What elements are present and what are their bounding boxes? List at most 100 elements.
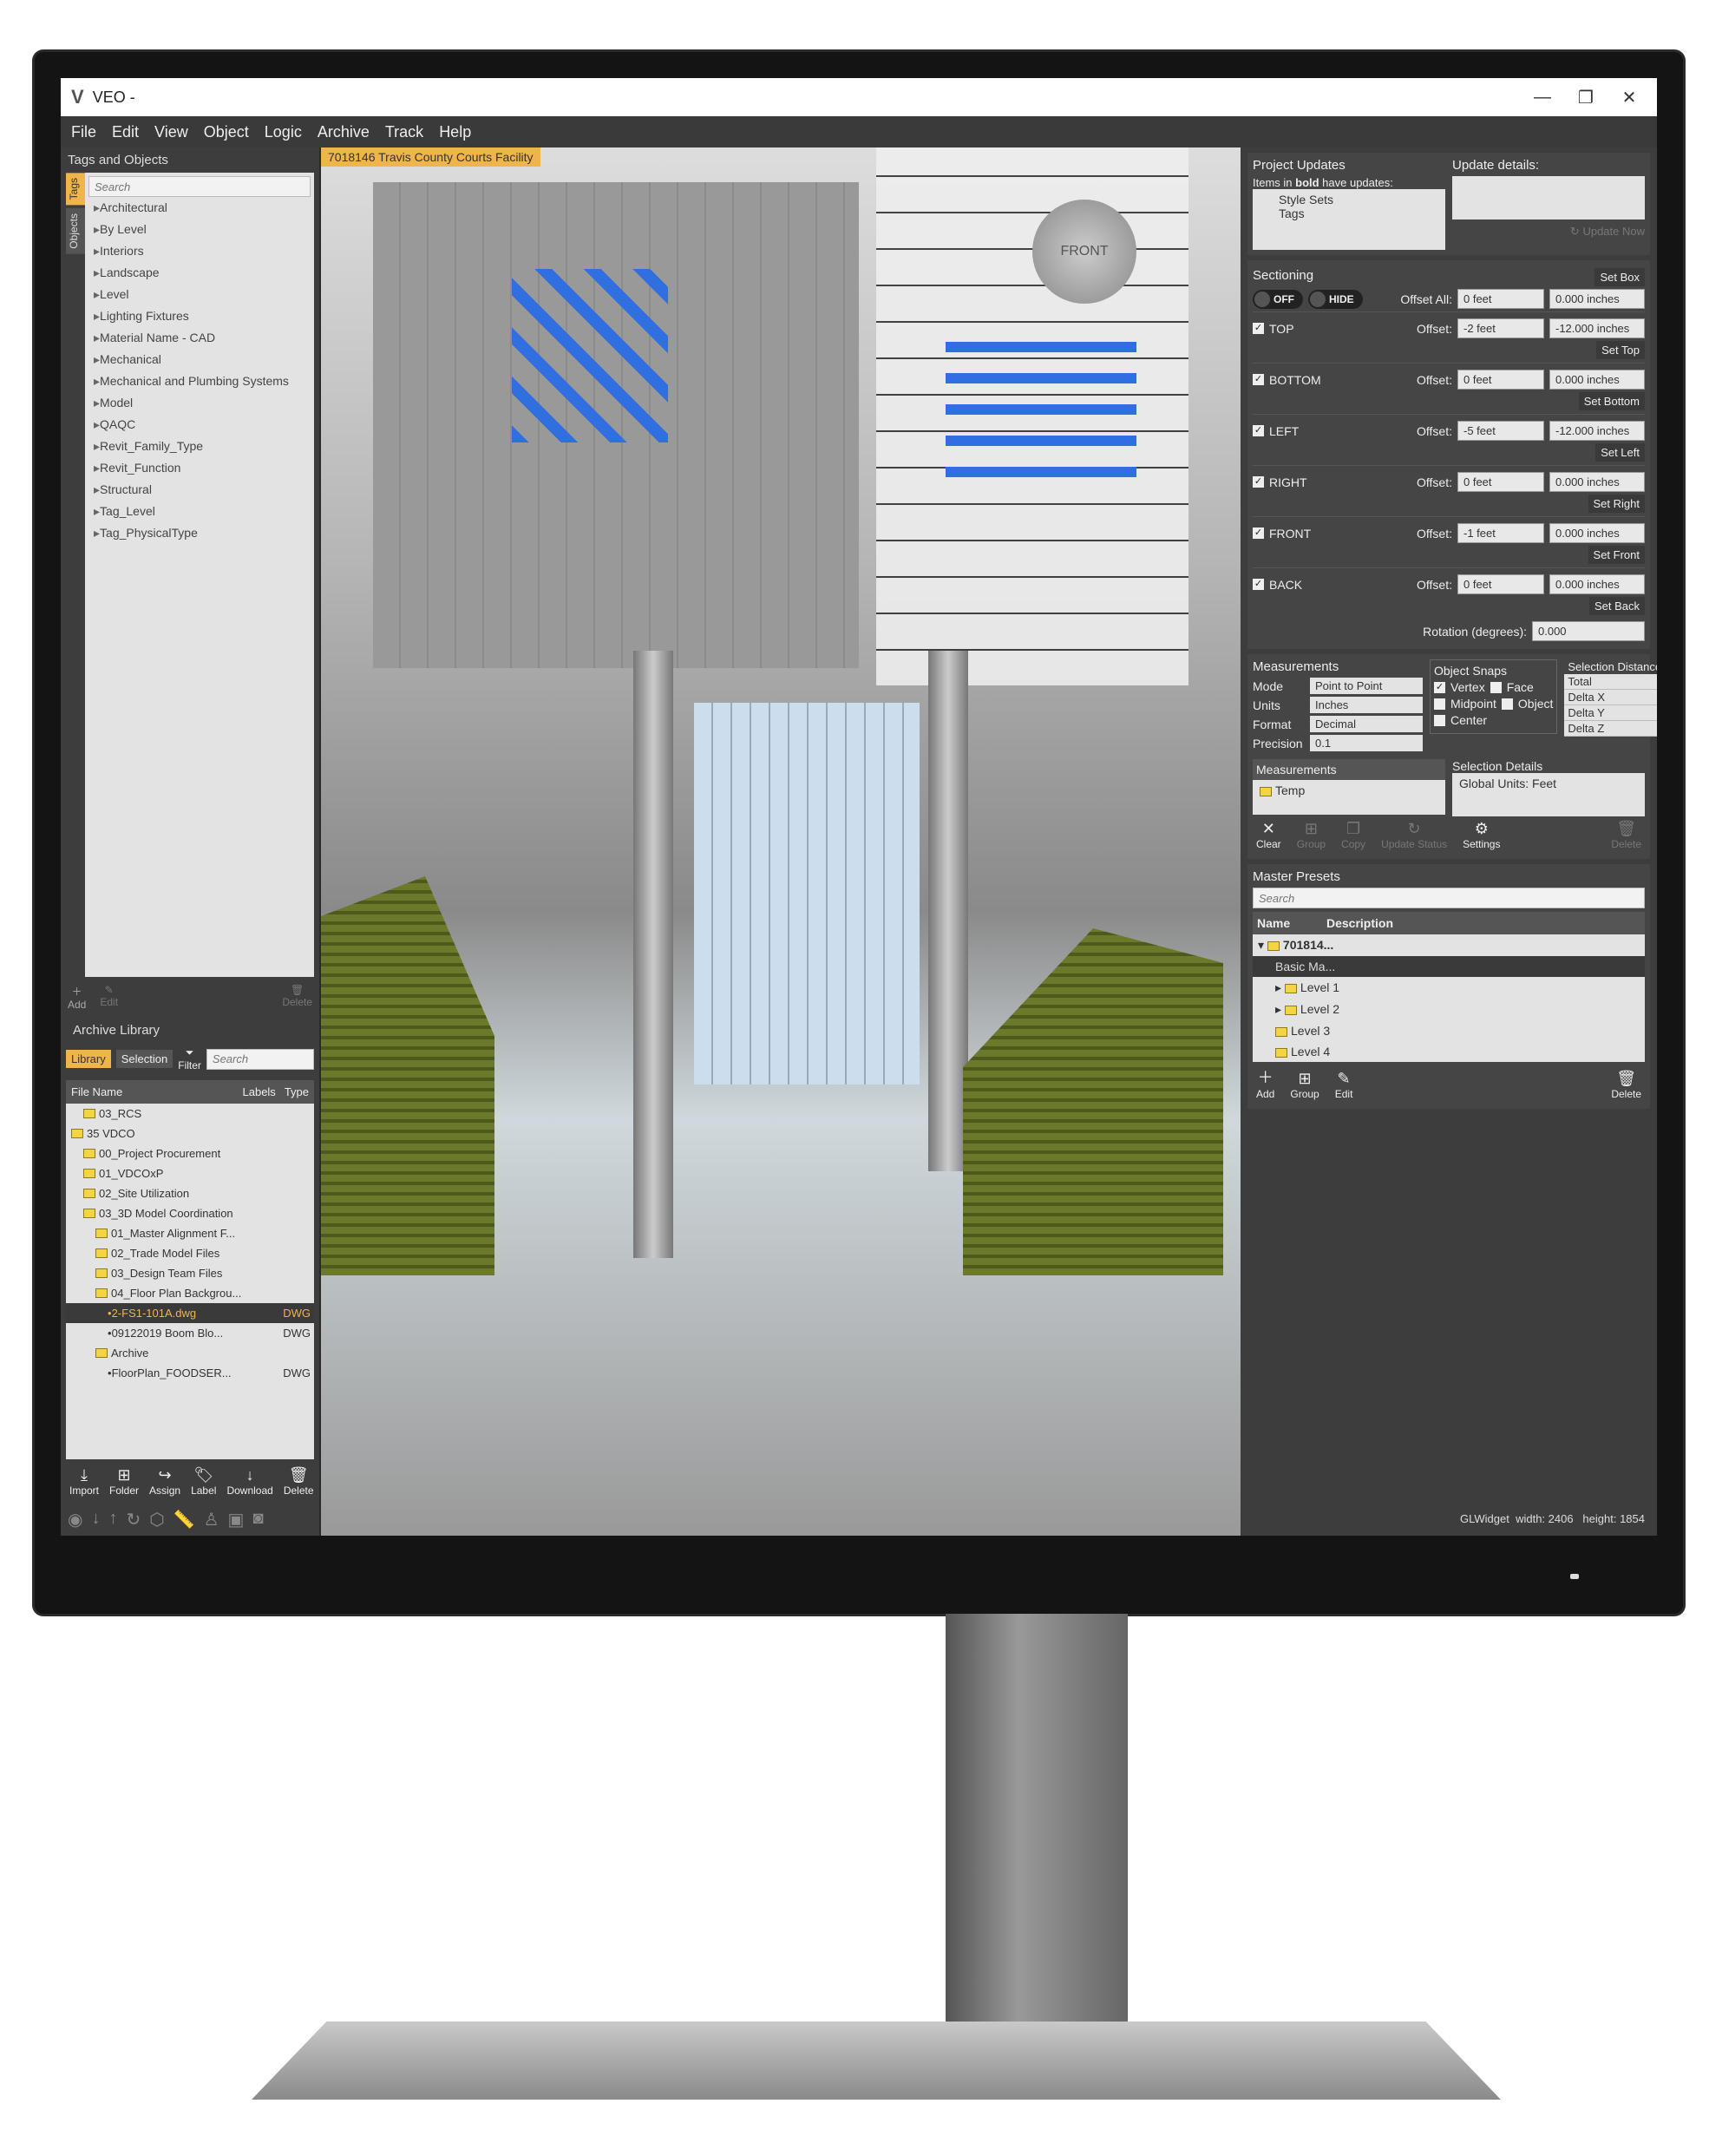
sectioning-off-toggle[interactable]: OFF xyxy=(1253,289,1303,309)
tag-tree-item[interactable]: Mechanical xyxy=(88,349,311,370)
preset-row[interactable]: Basic Ma... xyxy=(1253,956,1645,977)
preset-delete-button[interactable]: 🗑 Delete xyxy=(1611,1070,1641,1100)
face-checkbox[interactable] xyxy=(1490,681,1502,693)
col-file-name[interactable]: File Name xyxy=(71,1085,243,1098)
offset-all-inches[interactable]: 0.000 inches xyxy=(1549,289,1645,309)
menu-logic[interactable]: Logic xyxy=(265,123,302,141)
menu-object[interactable]: Object xyxy=(204,123,249,141)
tab-tags[interactable]: Tags xyxy=(66,173,85,206)
preset-row[interactable]: ▾ 701814... xyxy=(1253,934,1645,956)
set-back-button[interactable]: Set Back xyxy=(1588,597,1645,615)
object-checkbox[interactable] xyxy=(1501,698,1513,710)
measure-settings-button[interactable]: ⚙ Settings xyxy=(1463,820,1500,850)
tag-tree-item[interactable]: QAQC xyxy=(88,414,311,436)
file-row[interactable]: Archive xyxy=(66,1343,314,1363)
tag-tree-item[interactable]: Mechanical and Plumbing Systems xyxy=(88,370,311,392)
right-offset-inches[interactable]: 0.000 inches xyxy=(1549,472,1645,492)
file-row[interactable]: 03_Design Team Files xyxy=(66,1263,314,1283)
measure-update-status-button[interactable]: ↻ Update Status xyxy=(1381,820,1447,850)
top-offset-feet[interactable]: -2 feet xyxy=(1457,318,1544,338)
tag-tree-item[interactable]: Architectural xyxy=(88,197,311,219)
preset-row[interactable]: Level 4 xyxy=(1253,1041,1645,1062)
3d-viewport[interactable]: 7018146 Travis County Courts Facility FR… xyxy=(321,147,1241,1536)
top-checkbox[interactable]: ✓ xyxy=(1253,323,1264,334)
right-checkbox[interactable]: ✓ xyxy=(1253,476,1264,488)
file-row[interactable]: 02_Site Utilization xyxy=(66,1183,314,1203)
download-button[interactable]: ↓ Download xyxy=(226,1466,272,1497)
menu-file[interactable]: File xyxy=(71,123,96,141)
expand-arrow-icon[interactable]: ▾ xyxy=(1258,938,1267,952)
menu-edit[interactable]: Edit xyxy=(112,123,139,141)
tab-library[interactable]: Library xyxy=(66,1050,111,1068)
file-row[interactable]: 01_VDCOxP xyxy=(66,1163,314,1183)
menu-help[interactable]: Help xyxy=(439,123,471,141)
preset-add-button[interactable]: ＋ Add xyxy=(1256,1065,1274,1100)
delete-button[interactable]: 🗑 Delete xyxy=(284,1466,314,1497)
measurement-item-temp[interactable]: Temp xyxy=(1253,780,1445,815)
file-row[interactable]: 03_RCS xyxy=(66,1104,314,1124)
measure-copy-button[interactable]: ❐ Copy xyxy=(1341,820,1365,850)
user-icon[interactable]: ♙ xyxy=(204,1509,219,1530)
bottom-checkbox[interactable]: ✓ xyxy=(1253,374,1264,385)
box-icon[interactable]: ▣ xyxy=(228,1509,245,1530)
view-cube[interactable]: FRONT xyxy=(1032,200,1136,304)
tag-tree-item[interactable]: Structural xyxy=(88,479,311,501)
bottom-offset-feet[interactable]: 0 feet xyxy=(1457,370,1544,390)
menu-view[interactable]: View xyxy=(154,123,188,141)
set-right-button[interactable]: Set Right xyxy=(1588,495,1645,513)
precision-select[interactable]: 0.1 xyxy=(1310,735,1423,751)
format-select[interactable]: Decimal xyxy=(1310,716,1423,732)
update-item-tags[interactable]: Tags xyxy=(1279,206,1438,220)
broadcast-icon[interactable]: ◉ xyxy=(68,1509,82,1530)
tag-tree-item[interactable]: Level xyxy=(88,284,311,305)
sync-icon[interactable]: ↻ xyxy=(126,1509,141,1530)
update-now-button[interactable]: ↻ Update Now xyxy=(1452,225,1645,239)
file-row[interactable]: 35 VDCO xyxy=(66,1124,314,1144)
tag-tree-item[interactable]: Lighting Fixtures xyxy=(88,305,311,327)
file-row[interactable]: • 2-FS1-101A.dwg DWG xyxy=(66,1303,314,1323)
preset-row[interactable]: ▸ Level 2 xyxy=(1253,999,1645,1020)
front-offset-feet[interactable]: -1 feet xyxy=(1457,523,1544,543)
left-offset-inches[interactable]: -12.000 inches xyxy=(1549,421,1645,441)
set-top-button[interactable]: Set Top xyxy=(1596,341,1645,359)
measure-clear-button[interactable]: ✕ Clear xyxy=(1256,820,1281,850)
back-offset-feet[interactable]: 0 feet xyxy=(1457,574,1544,594)
set-bottom-button[interactable]: Set Bottom xyxy=(1578,392,1645,410)
minimize-button[interactable]: — xyxy=(1525,88,1560,108)
tag-tree-item[interactable]: Interiors xyxy=(88,240,311,262)
col-name[interactable]: Name xyxy=(1253,912,1322,934)
bottom-offset-inches[interactable]: 0.000 inches xyxy=(1549,370,1645,390)
cube-icon[interactable]: ⬡ xyxy=(149,1509,164,1530)
preset-row[interactable]: ▸ Level 1 xyxy=(1253,977,1645,999)
expand-arrow-icon[interactable]: ▸ xyxy=(1275,980,1285,994)
camera-icon[interactable]: ◙ xyxy=(252,1509,263,1530)
measure-group-button[interactable]: ⊞ Group xyxy=(1297,820,1326,850)
folder-button[interactable]: ⊞ Folder xyxy=(109,1466,139,1497)
tag-tree-item[interactable]: Landscape xyxy=(88,262,311,284)
arrow-up-icon[interactable]: ↑ xyxy=(108,1509,117,1530)
presets-search-input[interactable] xyxy=(1253,888,1645,908)
menu-track[interactable]: Track xyxy=(385,123,423,141)
center-checkbox[interactable] xyxy=(1434,714,1445,726)
expand-arrow-icon[interactable]: ▸ xyxy=(1275,1002,1285,1016)
preset-row[interactable]: Level 3 xyxy=(1253,1020,1645,1041)
tags-add-button[interactable]: ＋ Add xyxy=(68,984,86,1011)
tag-tree-item[interactable]: Tag_Level xyxy=(88,501,311,522)
file-row[interactable]: 00_Project Procurement xyxy=(66,1144,314,1163)
midpoint-checkbox[interactable] xyxy=(1434,698,1445,710)
set-front-button[interactable]: Set Front xyxy=(1588,546,1645,564)
sectioning-hide-toggle[interactable]: HIDE xyxy=(1308,289,1363,309)
col-description[interactable]: Description xyxy=(1322,912,1398,934)
left-offset-feet[interactable]: -5 feet xyxy=(1457,421,1544,441)
tags-delete-button[interactable]: 🗑 Delete xyxy=(282,984,312,1011)
maximize-button[interactable]: ❐ xyxy=(1568,87,1603,108)
filter-button[interactable]: ⏷ Filter xyxy=(178,1046,201,1071)
file-row[interactable]: • FloorPlan_FOODSER... DWG xyxy=(66,1363,314,1383)
tag-tree-item[interactable]: Tag_PhysicalType xyxy=(88,522,311,544)
tag-tree-item[interactable]: By Level xyxy=(88,219,311,240)
col-labels[interactable]: Labels xyxy=(243,1085,276,1098)
tags-search-input[interactable] xyxy=(88,176,311,197)
tag-tree-item[interactable]: Model xyxy=(88,392,311,414)
file-row[interactable]: 01_Master Alignment F... xyxy=(66,1223,314,1243)
set-box-button[interactable]: Set Box xyxy=(1594,268,1645,286)
